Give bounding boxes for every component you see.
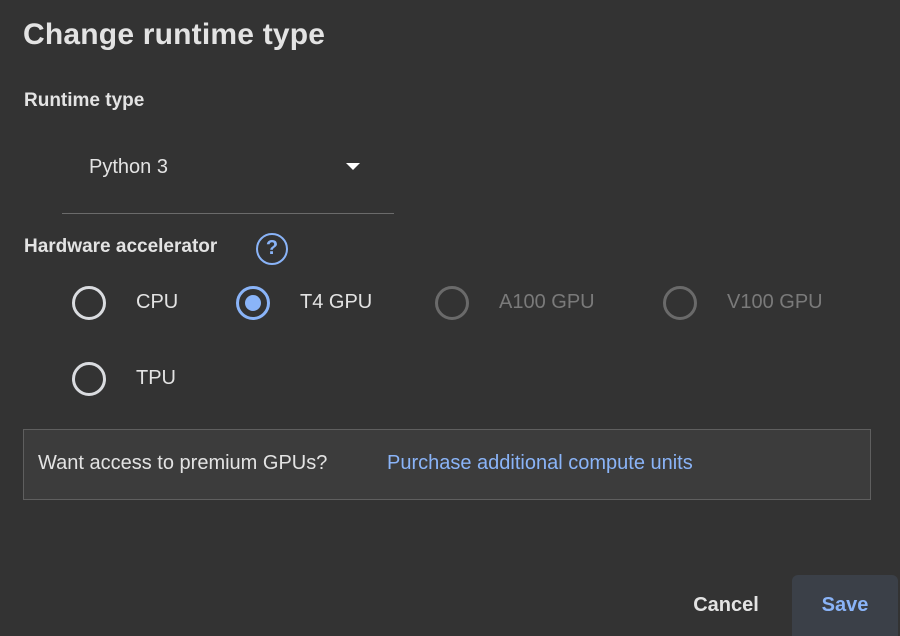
premium-gpu-banner: Want access to premium GPUs? Purchase ad… — [23, 429, 871, 500]
radio-label: TPU — [136, 367, 176, 389]
hardware-accelerator-label: Hardware accelerator — [24, 236, 218, 257]
premium-gpu-text: Want access to premium GPUs? — [38, 452, 328, 474]
runtime-type-select[interactable]: Python 3 — [62, 140, 394, 214]
save-button[interactable]: Save — [792, 575, 898, 636]
runtime-type-label: Runtime type — [24, 90, 145, 111]
radio-cpu[interactable]: CPU — [72, 286, 192, 326]
radio-button-icon — [72, 362, 106, 396]
radio-button-checked-icon — [236, 286, 270, 320]
radio-button-icon — [72, 286, 106, 320]
radio-label: V100 GPU — [727, 291, 823, 313]
purchase-compute-units-link[interactable]: Purchase additional compute units — [387, 452, 693, 475]
radio-t4-gpu[interactable]: T4 GPU — [236, 286, 396, 326]
dialog-title: Change runtime type — [23, 18, 326, 51]
help-icon[interactable]: ? — [256, 233, 288, 265]
cancel-button[interactable]: Cancel — [672, 578, 780, 632]
radio-tpu[interactable]: TPU — [72, 362, 192, 402]
runtime-type-value: Python 3 — [89, 156, 168, 178]
change-runtime-dialog: Change runtime type Runtime type Python … — [0, 0, 900, 636]
radio-a100-gpu: A100 GPU — [435, 286, 625, 326]
radio-label: CPU — [136, 291, 179, 313]
radio-label: A100 GPU — [499, 291, 595, 313]
radio-button-icon — [435, 286, 469, 320]
radio-label: T4 GPU — [300, 291, 373, 313]
radio-v100-gpu: V100 GPU — [663, 286, 853, 326]
caret-down-icon — [346, 163, 360, 170]
radio-button-icon — [663, 286, 697, 320]
